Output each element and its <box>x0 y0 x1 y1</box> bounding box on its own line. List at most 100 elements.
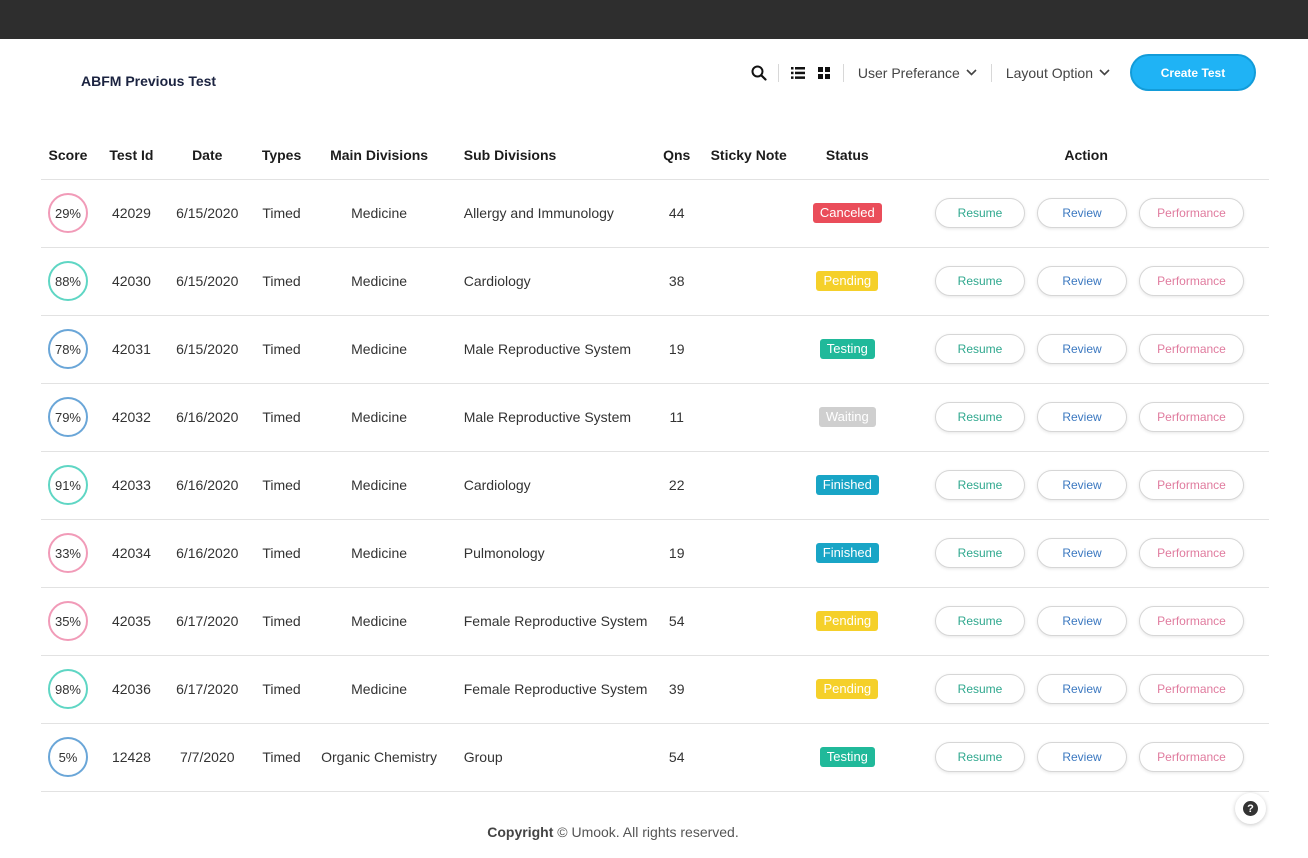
qns-cell: 38 <box>647 247 707 316</box>
toolbar: User Preferance Layout Option Create Tes… <box>746 54 1256 91</box>
main-division-cell: Medicine <box>316 451 442 520</box>
performance-button[interactable]: Performance <box>1139 334 1244 364</box>
table-row[interactable]: 35% 42035 6/17/2020 Timed Medicine Female Rep… <box>41 587 1269 656</box>
table-row[interactable]: 91% 42033 6/16/2020 Timed Medicine Cardiology… <box>41 451 1269 520</box>
sticky-note-cell[interactable] <box>706 179 792 248</box>
help-button[interactable]: ? <box>1235 793 1266 824</box>
score-cell: 35% <box>41 587 95 656</box>
review-button[interactable]: Review <box>1037 470 1127 500</box>
test-id-cell: 42036 <box>94 655 168 724</box>
list-view-icon[interactable] <box>785 60 811 86</box>
page-title: ABFM Previous Test <box>81 73 217 89</box>
sticky-note-cell[interactable] <box>706 723 792 792</box>
status-cell: Pending <box>791 247 904 316</box>
resume-button[interactable]: Resume <box>935 538 1025 568</box>
table-row[interactable]: 78% 42031 6/15/2020 Timed Medicine Male Repro… <box>41 315 1269 384</box>
table-row[interactable]: 29% 42029 6/15/2020 Timed Medicine Allergy an… <box>41 179 1269 248</box>
resume-button[interactable]: Resume <box>935 606 1025 636</box>
review-button[interactable]: Review <box>1037 606 1127 636</box>
main-division-cell: Organic Chemistry <box>316 723 442 792</box>
performance-button[interactable]: Performance <box>1139 198 1244 228</box>
sub-division-cell: Group <box>441 723 648 792</box>
date-cell: 6/15/2020 <box>167 315 247 384</box>
grid-view-icon[interactable] <box>811 60 837 86</box>
resume-button[interactable]: Resume <box>935 266 1025 296</box>
main-division-cell: Medicine <box>316 655 442 724</box>
review-button[interactable]: Review <box>1037 334 1127 364</box>
action-cell: Resume Review Performance <box>903 587 1269 656</box>
sticky-note-cell[interactable] <box>706 587 792 656</box>
type-cell: Timed <box>246 723 317 792</box>
resume-button[interactable]: Resume <box>935 742 1025 772</box>
review-button[interactable]: Review <box>1037 266 1127 296</box>
sticky-note-cell[interactable] <box>706 383 792 452</box>
table-row[interactable]: 33% 42034 6/16/2020 Timed Medicine Pulmonolog… <box>41 519 1269 588</box>
status-cell: Pending <box>791 655 904 724</box>
sticky-note-cell[interactable] <box>706 247 792 316</box>
layout-option-dropdown[interactable]: Layout Option <box>998 65 1118 81</box>
help-icon: ? <box>1243 801 1258 816</box>
create-test-button[interactable]: Create Test <box>1130 54 1256 91</box>
action-group: Resume Review Performance <box>903 266 1269 296</box>
review-button[interactable]: Review <box>1037 538 1127 568</box>
main-division-cell: Medicine <box>316 587 442 656</box>
score-ring: 79% <box>47 397 88 437</box>
status-cell: Pending <box>791 587 904 656</box>
performance-button[interactable]: Performance <box>1139 470 1244 500</box>
test-id-cell: 42031 <box>94 315 168 384</box>
date-cell: 6/16/2020 <box>167 383 247 452</box>
date-cell: 6/16/2020 <box>167 519 247 588</box>
score-ring: 29% <box>47 193 88 233</box>
performance-button[interactable]: Performance <box>1139 606 1244 636</box>
performance-button[interactable]: Performance <box>1139 538 1244 568</box>
table-row[interactable]: 79% 42032 6/16/2020 Timed Medicine Male Repro… <box>41 383 1269 452</box>
performance-button[interactable]: Performance <box>1139 742 1244 772</box>
search-icon[interactable] <box>746 60 772 86</box>
resume-button[interactable]: Resume <box>935 198 1025 228</box>
score-cell: 88% <box>41 247 95 316</box>
sticky-note-cell[interactable] <box>706 519 792 588</box>
action-cell: Resume Review Performance <box>903 383 1269 452</box>
action-cell: Resume Review Performance <box>903 179 1269 248</box>
status-badge: Pending <box>816 271 879 291</box>
main-division-cell: Medicine <box>316 519 442 588</box>
score-ring: 5% <box>47 737 88 777</box>
sticky-note-cell[interactable] <box>706 655 792 724</box>
review-button[interactable]: Review <box>1037 674 1127 704</box>
performance-button[interactable]: Performance <box>1139 674 1244 704</box>
main-division-cell: Medicine <box>316 383 442 452</box>
score-cell: 33% <box>41 519 95 588</box>
action-group: Resume Review Performance <box>903 198 1269 228</box>
review-button[interactable]: Review <box>1037 402 1127 432</box>
performance-button[interactable]: Performance <box>1139 266 1244 296</box>
column-header-qns: Qns <box>647 131 707 180</box>
type-cell: Timed <box>246 587 317 656</box>
table-row[interactable]: 98% 42036 6/17/2020 Timed Medicine Female Rep… <box>41 655 1269 724</box>
type-cell: Timed <box>246 655 317 724</box>
resume-button[interactable]: Resume <box>935 674 1025 704</box>
user-preference-dropdown[interactable]: User Preferance <box>850 65 985 81</box>
table-row[interactable]: 88% 42030 6/15/2020 Timed Medicine Cardiology… <box>41 247 1269 316</box>
resume-button[interactable]: Resume <box>935 470 1025 500</box>
type-cell: Timed <box>246 247 317 316</box>
review-button[interactable]: Review <box>1037 198 1127 228</box>
sticky-note-cell[interactable] <box>706 315 792 384</box>
column-header-score: Score <box>41 131 95 180</box>
test-id-cell: 12428 <box>94 723 168 792</box>
table-row[interactable]: 5% 12428 7/7/2020 Timed Organic Chemistry Gro… <box>41 723 1269 792</box>
column-header-action: Action <box>903 131 1269 180</box>
score-ring: 35% <box>47 601 88 641</box>
action-cell: Resume Review Performance <box>903 451 1269 520</box>
divider <box>990 63 992 82</box>
user-preference-label: User Preferance <box>857 64 960 81</box>
action-group: Resume Review Performance <box>903 538 1269 568</box>
sub-division-cell: Male Reproductive System <box>441 383 648 452</box>
resume-button[interactable]: Resume <box>935 402 1025 432</box>
status-cell: Testing <box>791 723 904 792</box>
qns-cell: 22 <box>647 451 707 520</box>
review-button[interactable]: Review <box>1037 742 1127 772</box>
performance-button[interactable]: Performance <box>1139 402 1244 432</box>
status-badge: Finished <box>815 543 879 563</box>
sticky-note-cell[interactable] <box>706 451 792 520</box>
resume-button[interactable]: Resume <box>935 334 1025 364</box>
